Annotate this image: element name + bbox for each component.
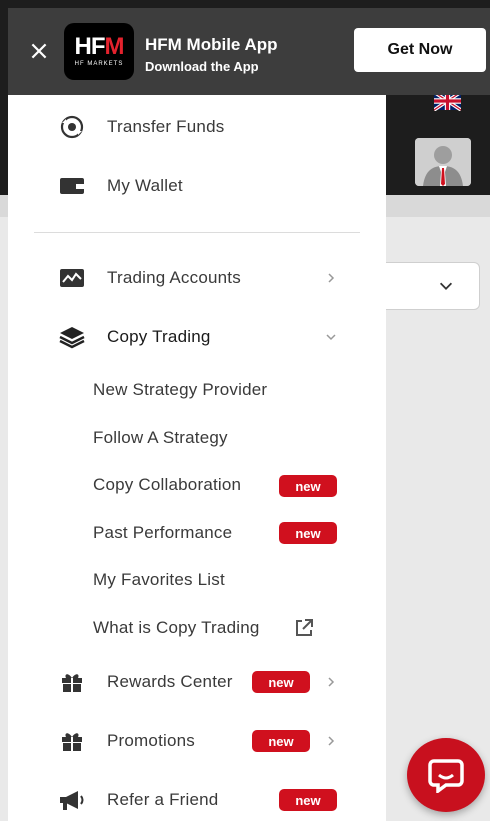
menu-item-label: Refer a Friend (107, 790, 219, 809)
menu-item-label: Transfer Funds (107, 117, 225, 136)
submenu-item-label: New Strategy Provider (93, 380, 268, 399)
megaphone-icon (57, 788, 87, 812)
app-banner: HFM HF MARKETS HFM Mobile App Download t… (8, 8, 490, 95)
submenu-item-label: Past Performance (93, 523, 233, 542)
menu-item-label: Copy Trading (107, 327, 211, 346)
submenu-item-label: Follow A Strategy (93, 428, 228, 447)
get-now-button[interactable]: Get Now (354, 28, 486, 72)
submenu-item-label: Copy Collaboration (93, 475, 242, 494)
external-link-icon (296, 619, 313, 636)
menu-item-promotions[interactable]: Promotions (8, 717, 386, 765)
close-icon[interactable] (28, 40, 50, 62)
submenu-item-past-performance[interactable]: Past Performance (93, 513, 232, 553)
chevron-down-icon (439, 282, 453, 290)
banner-title: HFM Mobile App (145, 35, 278, 54)
menu-item-label: Trading Accounts (107, 268, 241, 287)
menu-item-label: My Wallet (107, 176, 183, 195)
chevron-right-icon (328, 736, 335, 746)
chat-button[interactable] (407, 738, 485, 812)
submenu-item-my-favorites-list[interactable]: My Favorites List (93, 560, 225, 600)
menu-divider (34, 232, 360, 233)
menu-item-copy-trading[interactable]: Copy Trading (8, 313, 386, 361)
logo-subtext: HF MARKETS (74, 61, 124, 67)
submenu-item-label: My Favorites List (93, 570, 225, 589)
menu-item-label: Promotions (107, 731, 195, 750)
transfer-icon (57, 115, 87, 139)
gift-icon (57, 670, 87, 694)
menu-item-label: Rewards Center (107, 672, 233, 691)
new-badge: new (279, 522, 337, 544)
hfm-logo: HFM HF MARKETS (64, 23, 134, 80)
submenu-item-what-is-copy-trading[interactable]: What is Copy Trading (93, 608, 260, 648)
banner-subtitle: Download the App (145, 59, 259, 74)
avatar[interactable] (415, 138, 471, 186)
chart-icon (57, 266, 87, 290)
chevron-right-icon (328, 273, 335, 283)
menu-item-rewards-center[interactable]: Rewards Center (8, 658, 386, 706)
submenu-item-copy-collaboration[interactable]: Copy Collaboration (93, 465, 241, 505)
navigation-drawer: Transfer Funds My Wallet Trading Account… (8, 95, 386, 821)
submenu-item-follow-a-strategy[interactable]: Follow A Strategy (93, 418, 228, 458)
logo-text: HFM (74, 33, 125, 60)
menu-item-transfer-funds[interactable]: Transfer Funds (8, 103, 386, 151)
chevron-right-icon (328, 677, 335, 687)
new-badge: new (279, 789, 337, 811)
submenu-item-new-strategy-provider[interactable]: New Strategy Provider (93, 370, 267, 410)
chevron-down-icon (326, 334, 336, 341)
gift-icon (57, 729, 87, 753)
chat-icon (428, 759, 464, 793)
new-badge: new (252, 671, 310, 693)
menu-item-my-wallet[interactable]: My Wallet (8, 162, 386, 210)
wallet-icon (57, 174, 87, 198)
new-badge: new (279, 475, 337, 497)
account-select[interactable] (370, 262, 480, 310)
menu-item-trading-accounts[interactable]: Trading Accounts (8, 254, 386, 302)
submenu-item-label: What is Copy Trading (93, 618, 260, 637)
new-badge: new (252, 730, 310, 752)
layers-icon (57, 325, 87, 349)
